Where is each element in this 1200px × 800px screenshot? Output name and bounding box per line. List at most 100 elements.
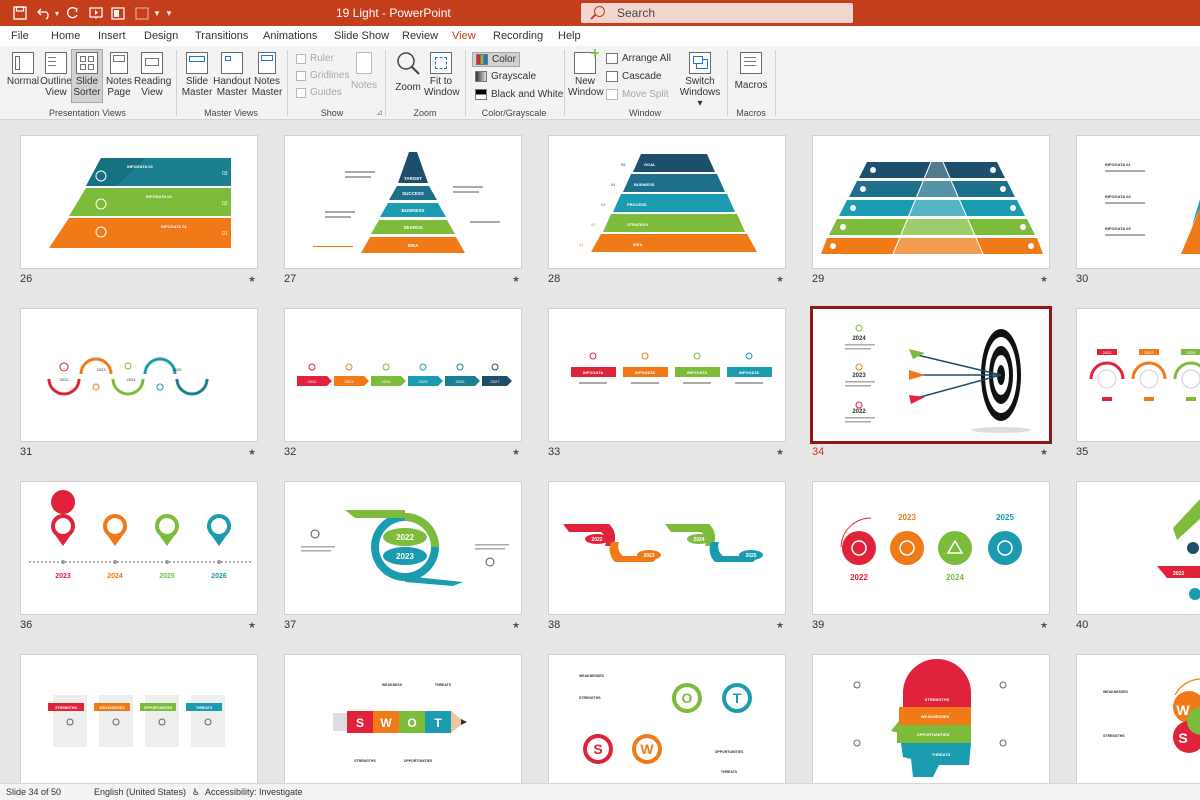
slide-38-y1: 2022 <box>591 537 602 543</box>
ribbon-separator <box>465 50 466 116</box>
slide-33-graphic: INFOGATA INFOGATA INFOGATA INFOGATA <box>571 352 772 384</box>
undo-dropdown-icon[interactable]: ▾ <box>53 4 61 22</box>
slide-thumbnail-26[interactable]: INFOGATA 03 INFOGATA 02 INFOGATA 01 03 0… <box>20 135 258 269</box>
guides-label: Guides <box>310 87 342 98</box>
slide-thumbnail-37[interactable]: 2022 2023 <box>284 481 522 615</box>
slide-thumbnail-28[interactable]: GOAL BUSINESS PROCESS STRATEGY IDEA 05 0… <box>548 135 786 269</box>
slide-43-letter-o: O <box>682 690 693 706</box>
slide-41-strengths: STRENGTHS <box>55 706 77 710</box>
slide-thumbnail-36[interactable]: 2023 2024 2025 2026 <box>20 481 258 615</box>
tab-help[interactable]: Help <box>558 30 581 42</box>
slide-38-y2: 2023 <box>643 553 654 559</box>
arrange-all-icon <box>606 53 618 64</box>
tab-insert[interactable]: Insert <box>98 30 126 42</box>
new-window-button[interactable]: New Window <box>568 49 604 98</box>
show-dialog-launcher-icon[interactable]: ⊿ <box>376 108 383 117</box>
slide-thumbnail-32[interactable]: 2022 2023 2024 2025 2026 2027 <box>284 308 522 442</box>
slide-number-33: 33 <box>548 446 561 458</box>
customize-toolbar-icon[interactable]: ▾ <box>152 4 162 22</box>
slide-thumbnail-33[interactable]: INFOGATA INFOGATA INFOGATA INFOGATA <box>548 308 786 442</box>
slide-thumbnail-31[interactable]: 2022 2023 2024 2025 <box>20 308 258 442</box>
slide-45-graphic: W S WEAKNESSES STRENGTHS <box>1103 678 1200 753</box>
slide-number-39: 39 <box>812 619 825 631</box>
slide-26-num-2: 02 <box>222 201 228 207</box>
slide-thumbnail-38[interactable]: 2022 2023 2024 2025 <box>548 481 786 615</box>
slide-28-business: BUSINESS <box>634 182 655 187</box>
color-button[interactable]: Color <box>472 52 520 67</box>
slide-thumbnail-42[interactable]: S W O T WEAKNESS THREATS STRENGTHS OPPOR… <box>284 654 522 783</box>
slide-thumbnail-27[interactable]: TARGET SUCCESS BUSINESS SEARCH IDEA <box>284 135 522 269</box>
slide-thumbnail-44[interactable]: STRENGTHS WEAKNESSES OPPORTUNITIES THREA… <box>812 654 1050 783</box>
transition-star-icon: ★ <box>776 274 785 284</box>
move-split-button[interactable]: Move Split <box>606 89 669 100</box>
switch-windows-button[interactable]: Switch Windows ▾ <box>678 52 722 109</box>
save-icon[interactable] <box>12 4 28 22</box>
tab-animations[interactable]: Animations <box>263 30 317 42</box>
grayscale-button[interactable]: Grayscale <box>475 71 536 82</box>
slide-35-y1: 2022 <box>1103 350 1113 355</box>
notes-button[interactable]: Notes <box>350 52 378 91</box>
reading-view-button[interactable]: Reading View <box>134 52 171 98</box>
slide-master-button[interactable]: Slide Master <box>180 52 214 98</box>
slide-thumbnail-29[interactable] <box>812 135 1050 269</box>
ribbon-tabs: File Home Insert Design Transitions Anim… <box>0 26 1200 48</box>
slide-thumbnail-39[interactable]: 2022 2023 2024 2025 <box>812 481 1050 615</box>
accessibility-status[interactable]: Accessibility: Investigate <box>205 787 303 797</box>
slide-39-y3: 2024 <box>946 573 964 582</box>
slide-45-strengths: STRENGTHS <box>1103 734 1125 738</box>
slide-41-weaknesses: WEAKNESSES <box>100 706 126 710</box>
tab-home[interactable]: Home <box>51 30 80 42</box>
arrange-all-button[interactable]: Arrange All <box>606 53 671 64</box>
slide-thumbnail-41[interactable]: STRENGTHS WEAKNESSES OPPORTUNITIES THREA… <box>20 654 258 783</box>
redo-icon[interactable] <box>64 4 80 22</box>
slide-thumbnail-34[interactable]: 2024 2023 2022 <box>810 306 1052 444</box>
guides-checkbox[interactable]: Guides <box>296 87 342 98</box>
slide-thumbnail-40[interactable]: 2022 <box>1076 481 1200 615</box>
handout-master-icon <box>221 52 243 74</box>
tab-file[interactable]: File <box>11 30 29 42</box>
slide-sorter-label: Slide <box>75 76 99 87</box>
black-and-white-button[interactable]: Black and White <box>475 89 563 100</box>
tab-design[interactable]: Design <box>144 30 178 42</box>
slide-28-strategy: STRATEGY <box>627 222 649 227</box>
normal-view-button[interactable]: Normal <box>6 52 40 87</box>
tab-recording[interactable]: Recording <box>493 30 543 42</box>
start-from-beginning-icon[interactable] <box>88 4 104 22</box>
ruler-checkbox[interactable]: Ruler <box>296 53 334 64</box>
show-group-label: Show <box>320 108 344 118</box>
slide-thumbnail-45[interactable]: W S WEAKNESSES STRENGTHS <box>1076 654 1200 783</box>
more-commands-icon[interactable]: ▾ <box>164 4 174 22</box>
ribbon-separator <box>564 50 565 116</box>
tab-slide-show[interactable]: Slide Show <box>334 30 389 42</box>
cascade-button[interactable]: Cascade <box>606 71 661 82</box>
search-input[interactable]: Search <box>581 3 853 23</box>
tab-transitions[interactable]: Transitions <box>195 30 248 42</box>
undo-icon[interactable] <box>36 4 52 22</box>
bold-quick-icon[interactable] <box>110 4 126 22</box>
notes-master-button[interactable]: Notes Master <box>251 52 283 98</box>
notes-page-button[interactable]: Notes Page <box>104 52 134 98</box>
slide-33-label-3: INFOGATA <box>687 370 707 375</box>
slide-42-letter-w: W <box>380 716 392 730</box>
handout-master-button[interactable]: Handout Master <box>213 52 251 98</box>
slide-number-37: 37 <box>284 619 297 631</box>
language-status[interactable]: English (United States) <box>94 787 186 797</box>
zoom-button[interactable]: Zoom <box>392 50 424 93</box>
tab-review[interactable]: Review <box>402 30 438 42</box>
gridlines-checkbox[interactable]: Gridlines <box>296 70 349 81</box>
slide-30-label-b: INFOGATA 02 <box>1105 194 1131 199</box>
tab-view[interactable]: View <box>452 30 476 48</box>
shape-fill-icon[interactable] <box>134 4 150 22</box>
slide-sorter-button[interactable]: Slide Sorter <box>71 49 103 103</box>
slide-39-y4: 2025 <box>996 513 1014 522</box>
slide-35-y2: 2023 <box>1145 350 1155 355</box>
slide-thumbnail-35[interactable]: 2022 2023 2024 <box>1076 308 1200 442</box>
slide-thumbnail-30[interactable]: INFOGATA 01 INFOGATA 02 INFOGATA 03 <box>1076 135 1200 269</box>
fit-to-window-icon <box>430 52 452 74</box>
outline-view-button[interactable]: Outline View <box>40 52 72 98</box>
fit-to-window-button[interactable]: Fit to Window <box>424 52 460 98</box>
arrange-all-label: Arrange All <box>622 53 671 64</box>
slide-thumbnail-43[interactable]: S W O T WEAKNESSES STRENGTHS OPPORTUNITI… <box>548 654 786 783</box>
macros-button[interactable]: Macros <box>734 52 768 91</box>
slide-33-label-2: INFOGATA <box>635 370 655 375</box>
